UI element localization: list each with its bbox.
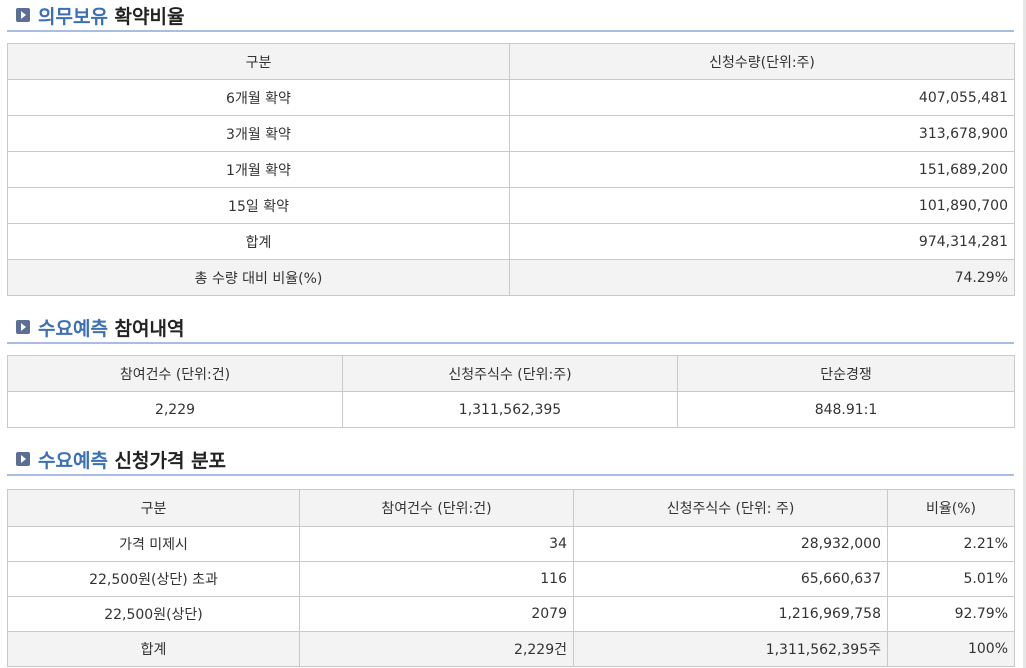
table-header-row: 구분 참여건수 (단위:건) 신청주식수 (단위: 주) 비율(%) [7,489,1015,527]
row-label: 22,500원(상단) 초과 [7,561,300,597]
row-count: 116 [299,561,574,597]
row-count: 34 [299,526,574,562]
column-header: 참여건수 (단위:건) [299,489,574,527]
row-value: 101,890,700 [509,187,1015,224]
lockup-table: 구분 신청수량(단위:주) 6개월 확약 407,055,481 3개월 확약 … [7,43,1015,296]
row-label: 1개월 확약 [7,151,510,188]
section-title: 수요예측 참여내역 [38,314,184,341]
table-row: 1개월 확약 151,689,200 [7,151,1015,188]
section-title-accent: 수요예측 [38,318,108,340]
row-value: 313,678,900 [509,115,1015,152]
bullet-arrow-icon [16,320,30,334]
column-header: 단순경쟁 [677,355,1015,392]
row-value: 974,314,281 [509,223,1015,260]
section-title: 의무보유 확약비율 [38,2,184,29]
table-row-total: 합계 974,314,281 [7,223,1015,260]
bullet-arrow-icon [16,452,30,466]
row-label: 합계 [7,631,300,667]
participation-count: 2,229 [7,391,343,428]
table-header-row: 참여건수 (단위:건) 신청주식수 (단위:주) 단순경쟁 [7,355,1015,392]
section-title-accent: 의무보유 [38,6,108,28]
bullet-arrow-icon [16,8,30,22]
column-header: 신청수량(단위:주) [509,43,1015,80]
table-row-total: 합계 2,229건 1,311,562,395주 100% [7,631,1015,667]
section-header-lockup: 의무보유 확약비율 [7,0,1014,32]
row-label: 가격 미제시 [7,526,300,562]
row-label: 합계 [7,223,510,260]
row-value: 151,689,200 [509,151,1015,188]
price-distribution-table: 구분 참여건수 (단위:건) 신청주식수 (단위: 주) 비율(%) 가격 미제… [7,489,1015,667]
competition-ratio: 848.91:1 [677,391,1015,428]
table-row: 15일 확약 101,890,700 [7,187,1015,224]
column-header: 신청주식수 (단위:주) [342,355,678,392]
row-count: 2079 [299,596,574,632]
row-ratio: 5.01% [887,561,1015,597]
column-header: 구분 [7,43,510,80]
row-ratio: 100% [887,631,1015,667]
participation-table: 참여건수 (단위:건) 신청주식수 (단위:주) 단순경쟁 2,229 1,31… [7,355,1015,428]
table-row: 22,500원(상단) 2079 1,216,969,758 92.79% [7,596,1015,632]
row-shares: 65,660,637 [573,561,888,597]
row-label: 15일 확약 [7,187,510,224]
table-row: 2,229 1,311,562,395 848.91:1 [7,391,1015,428]
row-shares: 28,932,000 [573,526,888,562]
section-header-price-distribution: 수요예측 신청가격 분포 [7,444,1014,476]
column-header: 신청주식수 (단위: 주) [573,489,888,527]
section-title-rest: 참여내역 [114,318,185,340]
table-header-row: 구분 신청수량(단위:주) [7,43,1015,80]
section-title-rest: 확약비율 [114,6,185,28]
section-title-rest: 신청가격 분포 [114,450,227,472]
section-header-participation: 수요예측 참여내역 [7,312,1014,344]
table-row: 3개월 확약 313,678,900 [7,115,1015,152]
row-count: 2,229건 [299,631,574,667]
row-label: 22,500원(상단) [7,596,300,632]
table-row: 22,500원(상단) 초과 116 65,660,637 5.01% [7,561,1015,597]
row-ratio: 2.21% [887,526,1015,562]
column-header: 참여건수 (단위:건) [7,355,343,392]
row-shares: 1,311,562,395주 [573,631,888,667]
table-row-ratio: 총 수량 대비 비율(%) 74.29% [7,259,1015,296]
column-header: 구분 [7,489,300,527]
row-value: 74.29% [509,259,1015,296]
row-label: 3개월 확약 [7,115,510,152]
table-row: 6개월 확약 407,055,481 [7,79,1015,116]
section-title-accent: 수요예측 [38,450,108,472]
row-label: 6개월 확약 [7,79,510,116]
section-title: 수요예측 신청가격 분포 [38,446,226,473]
column-header: 비율(%) [887,489,1015,527]
row-label: 총 수량 대비 비율(%) [7,259,510,296]
applied-shares: 1,311,562,395 [342,391,678,428]
row-shares: 1,216,969,758 [573,596,888,632]
table-row: 가격 미제시 34 28,932,000 2.21% [7,526,1015,562]
row-value: 407,055,481 [509,79,1015,116]
row-ratio: 92.79% [887,596,1015,632]
